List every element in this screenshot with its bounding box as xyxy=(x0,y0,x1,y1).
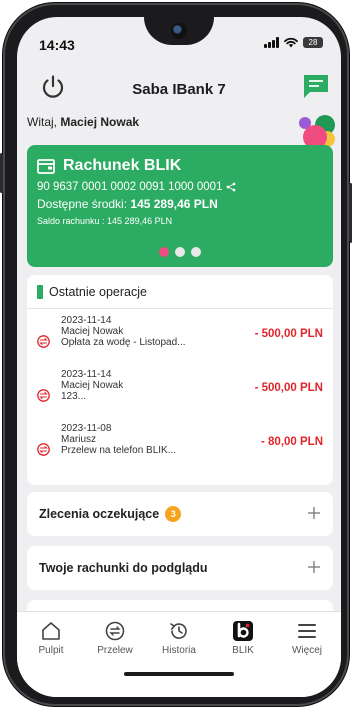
menu-icon xyxy=(298,624,316,638)
home-icon xyxy=(42,622,60,640)
greeting: Witaj, Maciej Nowak xyxy=(27,115,139,129)
operation-description: Przelew na telefon BLIK... xyxy=(61,445,177,456)
account-card[interactable]: Rachunek BLIK 90 9637 0001 0002 0091 100… xyxy=(27,145,333,267)
screen: 14:43 28 Saba IBank 7 Witaj, Maciej Nowa… xyxy=(17,17,341,697)
home-indicator[interactable] xyxy=(124,672,234,676)
nav-item-wiecej[interactable]: Więcej xyxy=(279,620,335,656)
pending-count-badge: 3 xyxy=(165,506,182,522)
pending-orders-section[interactable]: Zlecenia oczekujące 3 xyxy=(27,492,333,536)
available-label: Dostępne środki: xyxy=(37,197,128,211)
view-accounts-section[interactable]: Twoje rachunki do podglądu xyxy=(27,546,333,590)
plus-icon[interactable] xyxy=(307,560,321,574)
chat-icon[interactable] xyxy=(301,71,331,101)
operation-date: 2023-11-14 xyxy=(61,369,112,380)
battery-icon: 28 xyxy=(303,37,323,48)
outgoing-transfer-icon xyxy=(37,335,50,348)
operation-details: 2023-11-08 Mariusz Przelew na telefon BL… xyxy=(61,423,176,456)
nav-label: Pulpit xyxy=(38,645,64,656)
account-balance: Saldo rachunku : 145 289,46 PLN xyxy=(37,216,173,226)
pager-dot[interactable] xyxy=(159,247,169,257)
signal-icon xyxy=(264,37,279,48)
operation-amount: - 500,00 PLN xyxy=(254,382,323,394)
card-pager xyxy=(27,247,333,257)
history-icon xyxy=(170,623,187,639)
wallet-icon xyxy=(37,159,55,174)
operation-item[interactable]: 2023-11-14 Maciej Nowak Opłata za wodę -… xyxy=(27,315,333,369)
outgoing-transfer-icon xyxy=(37,389,50,402)
account-card-head: Rachunek BLIK xyxy=(37,157,323,175)
wifi-icon xyxy=(284,37,298,48)
pager-dot[interactable] xyxy=(175,247,185,257)
recent-operations-title: Ostatnie operacje xyxy=(49,285,147,299)
nav-item-pulpit[interactable]: Pulpit xyxy=(23,620,79,656)
view-accounts-label: Twoje rachunki do podglądu xyxy=(39,561,208,575)
nav-label: Więcej xyxy=(291,645,322,656)
operation-name: Maciej Nowak xyxy=(61,380,124,391)
recent-operations-panel: Ostatnie operacje 2023-11-14 Maciej Nowa… xyxy=(27,275,333,485)
operations-list: 2023-11-14 Maciej Nowak Opłata za wodę -… xyxy=(27,315,333,477)
pending-orders-label: Zlecenia oczekujące xyxy=(39,507,160,521)
operation-details: 2023-11-14 Maciej Nowak 123... xyxy=(61,369,123,402)
blik-icon xyxy=(233,621,253,641)
operation-name: Maciej Nowak xyxy=(61,326,124,337)
app-title: Saba IBank 7 xyxy=(132,81,226,98)
nav-item-historia[interactable]: Historia xyxy=(151,620,207,656)
operation-date: 2023-11-08 xyxy=(61,423,112,434)
account-name: Rachunek BLIK xyxy=(63,157,182,174)
operation-amount: - 80,00 PLN xyxy=(261,436,323,448)
pager-dot[interactable] xyxy=(191,247,201,257)
operation-details: 2023-11-14 Maciej Nowak Opłata za wodę -… xyxy=(61,315,186,348)
camera-icon xyxy=(171,23,187,39)
bottom-nav: Pulpit Przelew Historia BLIK Więcej xyxy=(17,611,341,697)
transfer-icon xyxy=(105,621,125,641)
operation-item[interactable]: 2023-11-14 Maciej Nowak 123... - 500,00 … xyxy=(27,369,333,423)
outgoing-transfer-icon xyxy=(37,443,50,456)
greeting-user: Maciej Nowak xyxy=(60,115,140,129)
recent-operations-header: Ostatnie operacje xyxy=(37,285,147,299)
available-funds: Dostępne środki: 145 289,46 PLN xyxy=(37,197,323,211)
status-time: 14:43 xyxy=(39,37,75,53)
section-marker xyxy=(37,285,43,299)
nav-label: Przelew xyxy=(97,645,133,656)
available-value: 145 289,46 PLN xyxy=(130,197,218,211)
operation-date: 2023-11-14 xyxy=(61,315,112,326)
account-number: 90 9637 0001 0002 0091 1000 0001 xyxy=(37,181,223,193)
bottom-nav-items: Pulpit Przelew Historia BLIK Więcej xyxy=(23,620,335,656)
operation-description: 123... xyxy=(61,391,87,402)
operation-item[interactable]: 2023-11-08 Mariusz Przelew na telefon BL… xyxy=(27,423,333,477)
nav-item-blik[interactable]: BLIK xyxy=(215,620,271,656)
operation-description: Opłata za wodę - Listopad... xyxy=(61,337,186,348)
greeting-prefix: Witaj, xyxy=(27,115,57,129)
status-icons: 28 xyxy=(264,37,323,48)
operation-name: Mariusz xyxy=(61,434,97,445)
phone-frame: 14:43 28 Saba IBank 7 Witaj, Maciej Nowa… xyxy=(0,3,352,706)
nav-item-przelew[interactable]: Przelew xyxy=(87,620,143,656)
share-icon[interactable] xyxy=(226,182,236,192)
app-header: Saba IBank 7 xyxy=(17,67,341,107)
volume-button xyxy=(0,153,3,193)
divider xyxy=(27,308,333,309)
nav-label: Historia xyxy=(162,645,196,656)
nav-label: BLIK xyxy=(232,645,254,656)
operation-amount: - 500,00 PLN xyxy=(254,328,323,340)
account-number-row: 90 9637 0001 0002 0091 1000 0001 xyxy=(37,181,323,193)
plus-icon[interactable] xyxy=(307,506,321,520)
